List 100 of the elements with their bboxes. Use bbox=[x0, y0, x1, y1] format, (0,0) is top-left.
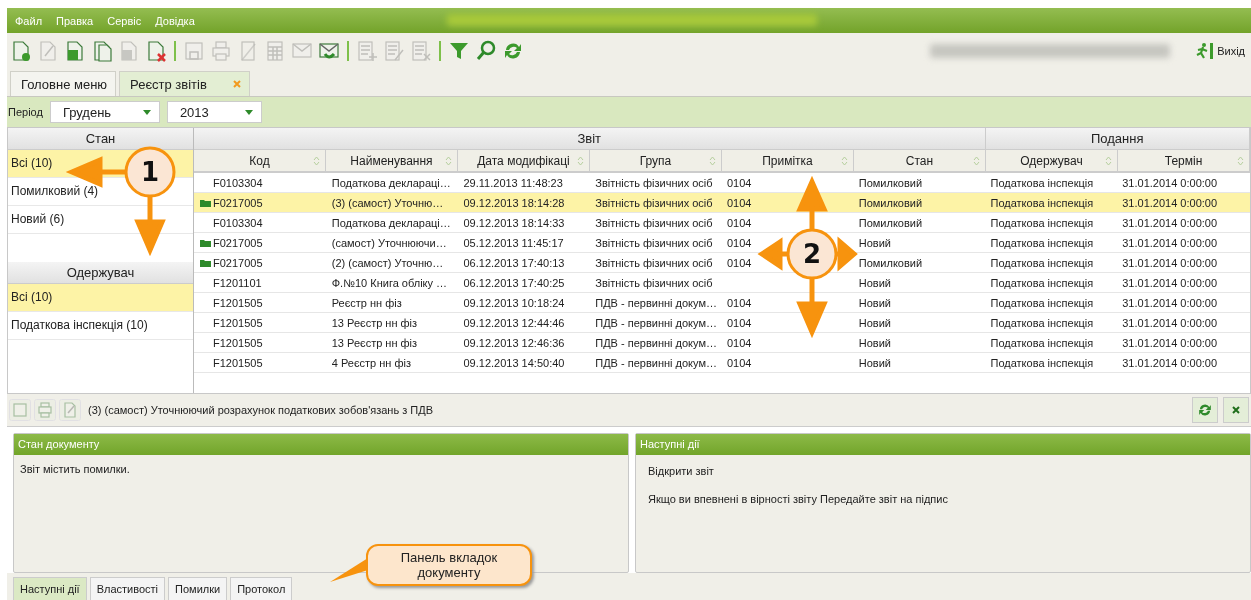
table-cell: (3) (самост) Уточню… bbox=[331, 196, 444, 209]
table-cell: (2) (самост) Уточню… bbox=[331, 256, 444, 269]
close-button[interactable] bbox=[1223, 397, 1249, 423]
table-cell: F1201505 bbox=[213, 356, 263, 369]
table-cell: Податкова інспекція bbox=[990, 196, 1094, 209]
tab[interactable]: Наступні дії bbox=[13, 577, 87, 600]
table-cell: 09.12.2013 18:14:28 bbox=[463, 196, 565, 209]
table-cell: Звітність фізичних осіб bbox=[595, 276, 713, 289]
column-group-header: Звіт bbox=[194, 128, 986, 150]
table-cell: 31.01.2014 0:00:00 bbox=[1122, 316, 1218, 329]
document-title: (3) (самост) Уточнюючий розрахунок податкових зобов'язань з ПДВ bbox=[88, 404, 434, 416]
table-row[interactable]: F1201505 4 Реєстр нн фіз 09.12.2013 14:50:40 ПДВ - первинні докум… 0104 Новий Податкова інспекція 31.01.2014 0:00:00 bbox=[194, 353, 1250, 373]
table-cell: Новий bbox=[858, 356, 891, 369]
column-header[interactable]: Одержувач bbox=[986, 150, 1118, 173]
table-cell: ПДВ - первинні докум… bbox=[595, 296, 717, 309]
list-edit-icon bbox=[383, 39, 405, 62]
caret-icon bbox=[244, 109, 253, 115]
document-delete-icon bbox=[145, 39, 167, 62]
table-row[interactable]: F1201505 13 Реєстр нн фіз 09.12.2013 12:46:36 ПДВ - первинні докум… 0104 Новий Податкова інспекція 31.01.2014 0:00:00 bbox=[194, 333, 1250, 353]
table-cell: 31.01.2014 0:00:00 bbox=[1122, 256, 1218, 269]
close-icon[interactable] bbox=[232, 80, 241, 88]
table-cell: 4 Реєстр нн фіз bbox=[331, 356, 411, 369]
search-button[interactable] bbox=[475, 39, 497, 62]
table-cell: 09.12.2013 12:44:46 bbox=[463, 316, 565, 329]
panel-header: Наступні дії bbox=[636, 434, 1250, 455]
table-cell: Податкова деклараці… bbox=[331, 216, 451, 229]
refresh-icon bbox=[1197, 402, 1213, 418]
table-cell: Податкова інспекція bbox=[990, 276, 1094, 289]
document-button[interactable] bbox=[64, 39, 86, 62]
table-cell: Звітність фізичних осіб bbox=[595, 176, 713, 189]
tab[interactable]: Протокол bbox=[230, 577, 293, 600]
table-cell: Звітність фізичних осіб bbox=[595, 236, 713, 249]
tab[interactable]: Головне меню bbox=[10, 71, 117, 96]
table-cell: Податкова інспекція bbox=[990, 336, 1094, 349]
column-header[interactable]: Дата модифікаці bbox=[458, 150, 590, 173]
tab[interactable]: Реєстр звітів bbox=[119, 71, 250, 96]
table-cell: Податкова інспекція bbox=[990, 316, 1094, 329]
table-cell: 29.11.2013 11:48:23 bbox=[463, 176, 563, 189]
period-label: Період bbox=[8, 106, 43, 118]
document-delete-button[interactable] bbox=[145, 39, 167, 62]
tab[interactable]: Помилки bbox=[168, 577, 228, 600]
sort-icon bbox=[1237, 156, 1244, 166]
table-cell: Помилковий bbox=[858, 196, 923, 209]
table-cell: 0104 bbox=[727, 296, 752, 309]
table-cell: Новий bbox=[858, 296, 891, 309]
column-header[interactable]: Примітка bbox=[722, 150, 854, 173]
table-cell: Новий bbox=[858, 316, 891, 329]
filter-item[interactable]: Новий (6) bbox=[11, 206, 65, 233]
table-cell: 05.12.2013 11:45:17 bbox=[463, 236, 564, 249]
table-cell: 0104 bbox=[727, 236, 752, 249]
filter-header: Стан bbox=[8, 128, 193, 150]
list-delete-icon bbox=[410, 39, 432, 62]
table-cell: Податкова інспекція bbox=[990, 356, 1094, 369]
save-icon bbox=[183, 39, 205, 62]
table-cell: F0217005 bbox=[213, 256, 263, 269]
table-cell: F1201505 bbox=[213, 316, 263, 329]
tab[interactable]: Властивості bbox=[89, 577, 166, 600]
column-header[interactable]: Група bbox=[590, 150, 722, 173]
table-cell: Податкова інспекція bbox=[990, 236, 1094, 249]
table-cell: 0104 bbox=[727, 216, 752, 229]
refresh-button[interactable] bbox=[1192, 397, 1218, 423]
month-dropdown[interactable]: Грудень bbox=[49, 101, 160, 123]
table-row[interactable]: F0217005 (3) (самост) Уточню… 09.12.2013 18:14:28 Звітність фізичних осіб 0104 Помилковий Податкова інспекція 31.01.2014 0:00:00 bbox=[194, 193, 1250, 213]
table-cell: 31.01.2014 0:00:00 bbox=[1122, 276, 1218, 289]
document-add-button[interactable] bbox=[10, 39, 32, 62]
document-add-icon bbox=[10, 39, 32, 62]
filter-item[interactable]: Помилковий (4) bbox=[11, 178, 99, 205]
table-cell: 31.01.2014 0:00:00 bbox=[1122, 296, 1218, 309]
table-cell: ПДВ - первинні докум… bbox=[595, 356, 717, 369]
column-header[interactable]: Термін bbox=[1118, 150, 1250, 173]
year-dropdown[interactable]: 2013 bbox=[166, 101, 262, 123]
table-cell: 09.12.2013 14:50:40 bbox=[463, 356, 565, 369]
exit-button[interactable]: Вихід bbox=[1195, 41, 1251, 60]
filter-item[interactable]: Податкова інспекція (10) bbox=[11, 312, 148, 339]
column-header[interactable]: Найменування bbox=[326, 150, 458, 173]
table-cell: Податкова деклараці… bbox=[331, 176, 451, 189]
table-cell: 31.01.2014 0:00:00 bbox=[1122, 216, 1218, 229]
panel-text: Звіт містить помилки. bbox=[20, 463, 131, 475]
table-cell: Новий bbox=[858, 236, 891, 249]
column-header[interactable]: Код bbox=[194, 150, 326, 173]
table-cell: F0217005 bbox=[213, 196, 263, 209]
table-cell: 0104 bbox=[727, 176, 752, 189]
sort-icon bbox=[1105, 156, 1112, 166]
filter-header: Одержувач bbox=[8, 262, 193, 284]
table-cell: ПДВ - первинні докум… bbox=[595, 336, 717, 349]
table-cell: 09.12.2013 12:46:36 bbox=[463, 336, 565, 349]
list-add-icon bbox=[356, 39, 378, 62]
table-cell: Новий bbox=[858, 336, 891, 349]
documents-icon bbox=[91, 39, 113, 62]
sort-icon bbox=[841, 156, 848, 166]
search-icon bbox=[475, 39, 497, 62]
table-cell: Звітність фізичних осіб bbox=[595, 216, 713, 229]
table-cell: Помилковий bbox=[858, 216, 923, 229]
panel-header: Стан документу bbox=[14, 434, 628, 455]
callout-number: 1 bbox=[140, 157, 160, 187]
table-cell: 31.01.2014 0:00:00 bbox=[1122, 196, 1218, 209]
table-cell: (самост) Уточнюючи… bbox=[331, 236, 447, 249]
documents-button[interactable] bbox=[91, 39, 113, 62]
table-cell: F0217005 bbox=[213, 236, 263, 249]
column-header[interactable]: Стан bbox=[854, 150, 986, 173]
